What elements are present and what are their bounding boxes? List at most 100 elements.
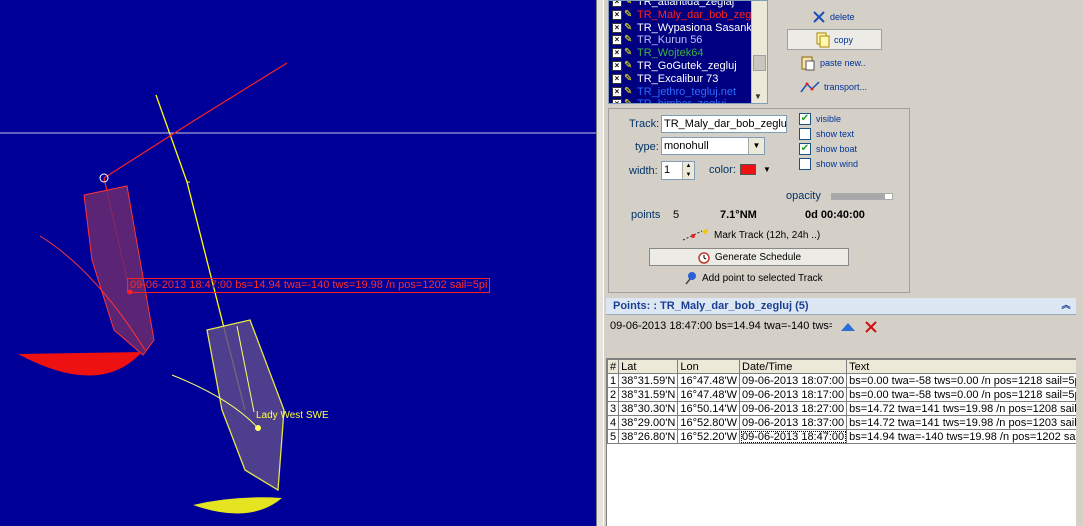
paste-icon	[801, 56, 815, 71]
pencil-icon: ✎	[624, 0, 633, 7]
stepper-up-icon[interactable]: ▲	[682, 162, 694, 171]
stepper-down-icon[interactable]: ▼	[682, 171, 694, 179]
table-cell[interactable]: 09-06-2013 18:17:00	[738, 387, 848, 402]
track-list-item[interactable]: × ✎ TR_GoGutek_zegluj	[609, 60, 767, 73]
transport-button[interactable]: transport...	[800, 80, 867, 94]
table-cell[interactable]: 38°31.59'N	[618, 373, 679, 388]
table-cell[interactable]: 16°47.48'W	[677, 373, 740, 388]
points-grid[interactable]: # Lat Lon Date/Time Text 1 38°31.59'N 16°47.48…	[606, 358, 1076, 526]
track-list-scrollbar[interactable]: ▼	[751, 1, 767, 103]
chart-map[interactable]: 09-06-2013 18:47:00 bs=14.94 twa=-140 tw…	[0, 0, 596, 526]
remove-checkbox-icon[interactable]: ×	[612, 22, 622, 33]
add-point-button[interactable]: Add point to selected Track	[684, 271, 823, 285]
table-cell[interactable]: bs=14.94 twa=-140 tws=19.98 /n pos=1202 …	[846, 429, 1076, 444]
table-row[interactable]: 5 38°26.80'N 16°52.20'W 09-06-2013 18:47:00…	[607, 429, 1076, 444]
type-select[interactable]: monohull ▼	[661, 137, 765, 155]
show-boat-checkbox[interactable]: ✔ show boat	[799, 143, 857, 155]
delete-icon	[813, 11, 825, 23]
table-cell[interactable]: 1	[607, 373, 620, 388]
pencil-icon: ✎	[624, 72, 633, 84]
table-row[interactable]: 2 38°31.59'N 16°47.48'W 09-06-2013 18:17:00…	[607, 387, 1076, 402]
color-dropdown-icon[interactable]: ▼	[763, 165, 771, 174]
add-point-label: Add point to selected Track	[702, 272, 823, 284]
table-cell[interactable]: 16°52.80'W	[677, 415, 740, 430]
track-list-item[interactable]: × ✎ TR_Wypasiona Sasank	[609, 22, 767, 35]
table-cell[interactable]: 2	[607, 387, 620, 402]
points-header: Points: : TR_Maly_dar_bob_zegluj (5) ︽	[606, 298, 1076, 315]
remove-checkbox-icon[interactable]: ×	[612, 73, 622, 84]
column-header[interactable]: Lon	[677, 359, 740, 374]
track-list-item[interactable]: × ✎ TR_atlantida_zeglaj	[609, 0, 767, 9]
table-cell[interactable]: 16°50.14'W	[677, 401, 740, 416]
track-list-item[interactable]: × ✎ TR_jethro_tegluj.net	[609, 86, 767, 99]
remove-checkbox-icon[interactable]: ×	[612, 9, 622, 20]
table-cell[interactable]: 09-06-2013 18:27:00	[738, 401, 848, 416]
remove-checkbox-icon[interactable]: ×	[612, 99, 622, 103]
scroll-thumb[interactable]	[753, 55, 766, 71]
opacity-slider[interactable]	[831, 193, 893, 200]
track-list-item[interactable]: × ✎ TR_Excalibur 73	[609, 73, 767, 86]
column-header[interactable]: Text	[846, 359, 1076, 374]
move-up-icon[interactable]	[840, 322, 856, 332]
column-header[interactable]: Date/Time	[738, 359, 848, 374]
chevron-down-icon[interactable]: ▼	[748, 138, 764, 154]
track-list-item[interactable]: × ✎ TR_Kurun 56	[609, 34, 767, 47]
mark-track-button[interactable]: Mark Track (12h, 24h ..)	[682, 228, 820, 242]
remove-checkbox-icon[interactable]: ×	[612, 1, 622, 7]
table-cell[interactable]: 3	[607, 401, 620, 416]
show-wind-checkbox[interactable]: show wind	[799, 158, 858, 170]
scroll-down-icon[interactable]: ▼	[754, 92, 762, 101]
delete-point-icon[interactable]	[864, 320, 878, 334]
checkmark-icon: ✔	[799, 143, 811, 155]
table-cell[interactable]: 16°47.48'W	[677, 387, 740, 402]
track-list-item-label: TR_bimber_zegluj	[637, 98, 726, 103]
track-properties-panel: Track: TR_Maly_dar_bob_zegluj type: mono…	[608, 108, 910, 293]
table-row[interactable]: 1 38°31.59'N 16°47.48'W 09-06-2013 18:07:00…	[607, 373, 1076, 388]
show-text-checkbox[interactable]: show text	[799, 128, 854, 140]
table-cell[interactable]: 38°29.00'N	[618, 415, 679, 430]
delete-label: delete	[830, 12, 855, 22]
table-cell[interactable]: 09-06-2013 18:07:00	[738, 373, 848, 388]
table-cell[interactable]: 5	[607, 429, 620, 444]
track-list-item[interactable]: × ✎ TR_Maly_dar_bob_zegluj	[609, 9, 767, 22]
table-cell[interactable]: 38°30.30'N	[618, 401, 679, 416]
column-header[interactable]: #	[607, 359, 620, 374]
track-list-item-label: TR_Maly_dar_bob_zegluj	[637, 8, 763, 21]
track-list-item[interactable]: × ✎ TR_Wojtek64	[609, 47, 767, 60]
table-row[interactable]: 3 38°30.30'N 16°50.14'W 09-06-2013 18:27:00…	[607, 401, 1076, 416]
remove-checkbox-icon[interactable]: ×	[612, 35, 622, 46]
generate-schedule-button[interactable]: Generate Schedule	[649, 248, 849, 266]
remove-checkbox-icon[interactable]: ×	[612, 86, 622, 97]
table-row[interactable]: 4 38°29.00'N 16°52.80'W 09-06-2013 18:37:00…	[607, 415, 1076, 430]
table-cell[interactable]: 09-06-2013 18:47:00	[738, 429, 848, 444]
table-cell[interactable]: bs=14.72 twa=141 tws=19.98 /n pos=1203 s…	[846, 415, 1076, 430]
track-list-item[interactable]: ×✎ TR_bimber_zegluj	[609, 98, 767, 104]
panel-splitter[interactable]	[596, 0, 604, 526]
checkbox-empty-icon	[799, 158, 811, 170]
collapse-icon[interactable]: ︽	[1060, 300, 1072, 312]
table-cell[interactable]: 38°31.59'N	[618, 387, 679, 402]
yellow-boat-hull	[206, 319, 285, 492]
checkbox-empty-icon	[799, 128, 811, 140]
delete-button[interactable]: delete	[812, 10, 855, 24]
color-swatch[interactable]	[740, 164, 756, 175]
remove-checkbox-icon[interactable]: ×	[612, 60, 622, 71]
pencil-icon: ✎	[624, 98, 633, 104]
width-stepper[interactable]: 1 ▲ ▼	[661, 161, 695, 180]
visible-checkbox[interactable]: ✔ visible	[799, 113, 841, 125]
remove-checkbox-icon[interactable]: ×	[612, 48, 622, 59]
checkmark-icon: ✔	[799, 113, 811, 125]
table-cell[interactable]: bs=14.72 twa=141 tws=19.98 /n pos=1208 s…	[846, 401, 1076, 416]
table-cell[interactable]: 09-06-2013 18:37:00	[738, 415, 848, 430]
table-cell[interactable]: 16°52.20'W	[677, 429, 740, 444]
track-list[interactable]: × ✎ TR_atlantida_zeglaj × ✎ TR_Maly_dar_bob_z…	[608, 0, 768, 104]
type-label: type:	[635, 141, 659, 153]
table-cell[interactable]: 4	[607, 415, 620, 430]
table-cell[interactable]: bs=0.00 twa=-58 tws=0.00 /n pos=1218 sai…	[846, 373, 1076, 388]
table-cell[interactable]: 38°26.80'N	[618, 429, 679, 444]
column-header[interactable]: Lat	[618, 359, 679, 374]
copy-button[interactable]: copy	[787, 29, 882, 50]
track-name-field[interactable]: TR_Maly_dar_bob_zegluj	[661, 115, 787, 133]
paste-new-button[interactable]: paste new..	[800, 55, 866, 71]
table-cell[interactable]: bs=0.00 twa=-58 tws=0.00 /n pos=1218 sai…	[846, 387, 1076, 402]
